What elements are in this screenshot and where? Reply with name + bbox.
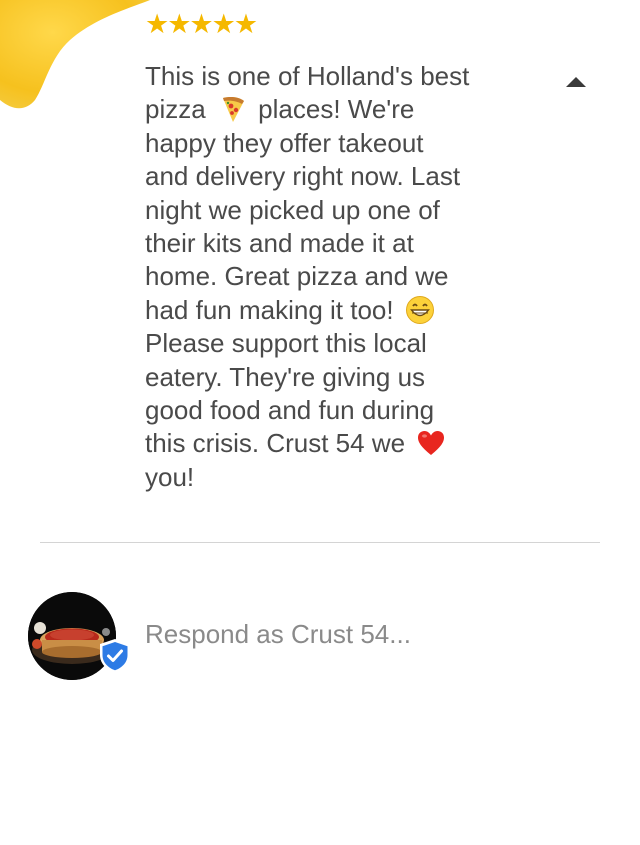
yellow-blob-decoration [0, 0, 150, 109]
review-line: night we picked up one of [145, 194, 440, 225]
verified-badge-icon [100, 639, 130, 673]
divider [40, 542, 600, 543]
red-heart-emoji-icon [418, 431, 445, 456]
caret-up-icon[interactable] [566, 76, 586, 88]
review-page: ★★★★★ This is one of Holland's best pizz… [0, 0, 640, 845]
review-line: places! We're [258, 94, 415, 125]
respond-input[interactable] [145, 617, 585, 651]
review-line: and delivery right now. Last [145, 161, 461, 192]
review-line: Please support this local [145, 328, 427, 359]
review-line: happy they offer takeout [145, 127, 424, 158]
review-line: you! [145, 461, 195, 492]
pizza-emoji-icon [222, 97, 244, 123]
star-rating: ★★★★★ [145, 9, 258, 39]
responder-avatar-group [28, 592, 132, 682]
grinning-face-emoji-icon [405, 295, 434, 324]
review-line: this crisis. Crust 54 we [145, 428, 406, 459]
review-line: good food and fun during [145, 395, 435, 426]
review-text: This is one of Holland's best pizza plac… [145, 60, 545, 494]
review-line: pizza [145, 94, 206, 125]
review-line: their kits and made it at [145, 228, 414, 259]
review-line: eatery. They're giving us [145, 361, 426, 392]
review-line: had fun making it too! [145, 294, 394, 325]
review-line: home. Great pizza and we [145, 261, 449, 292]
review-line: This is one of Holland's best [145, 61, 470, 91]
